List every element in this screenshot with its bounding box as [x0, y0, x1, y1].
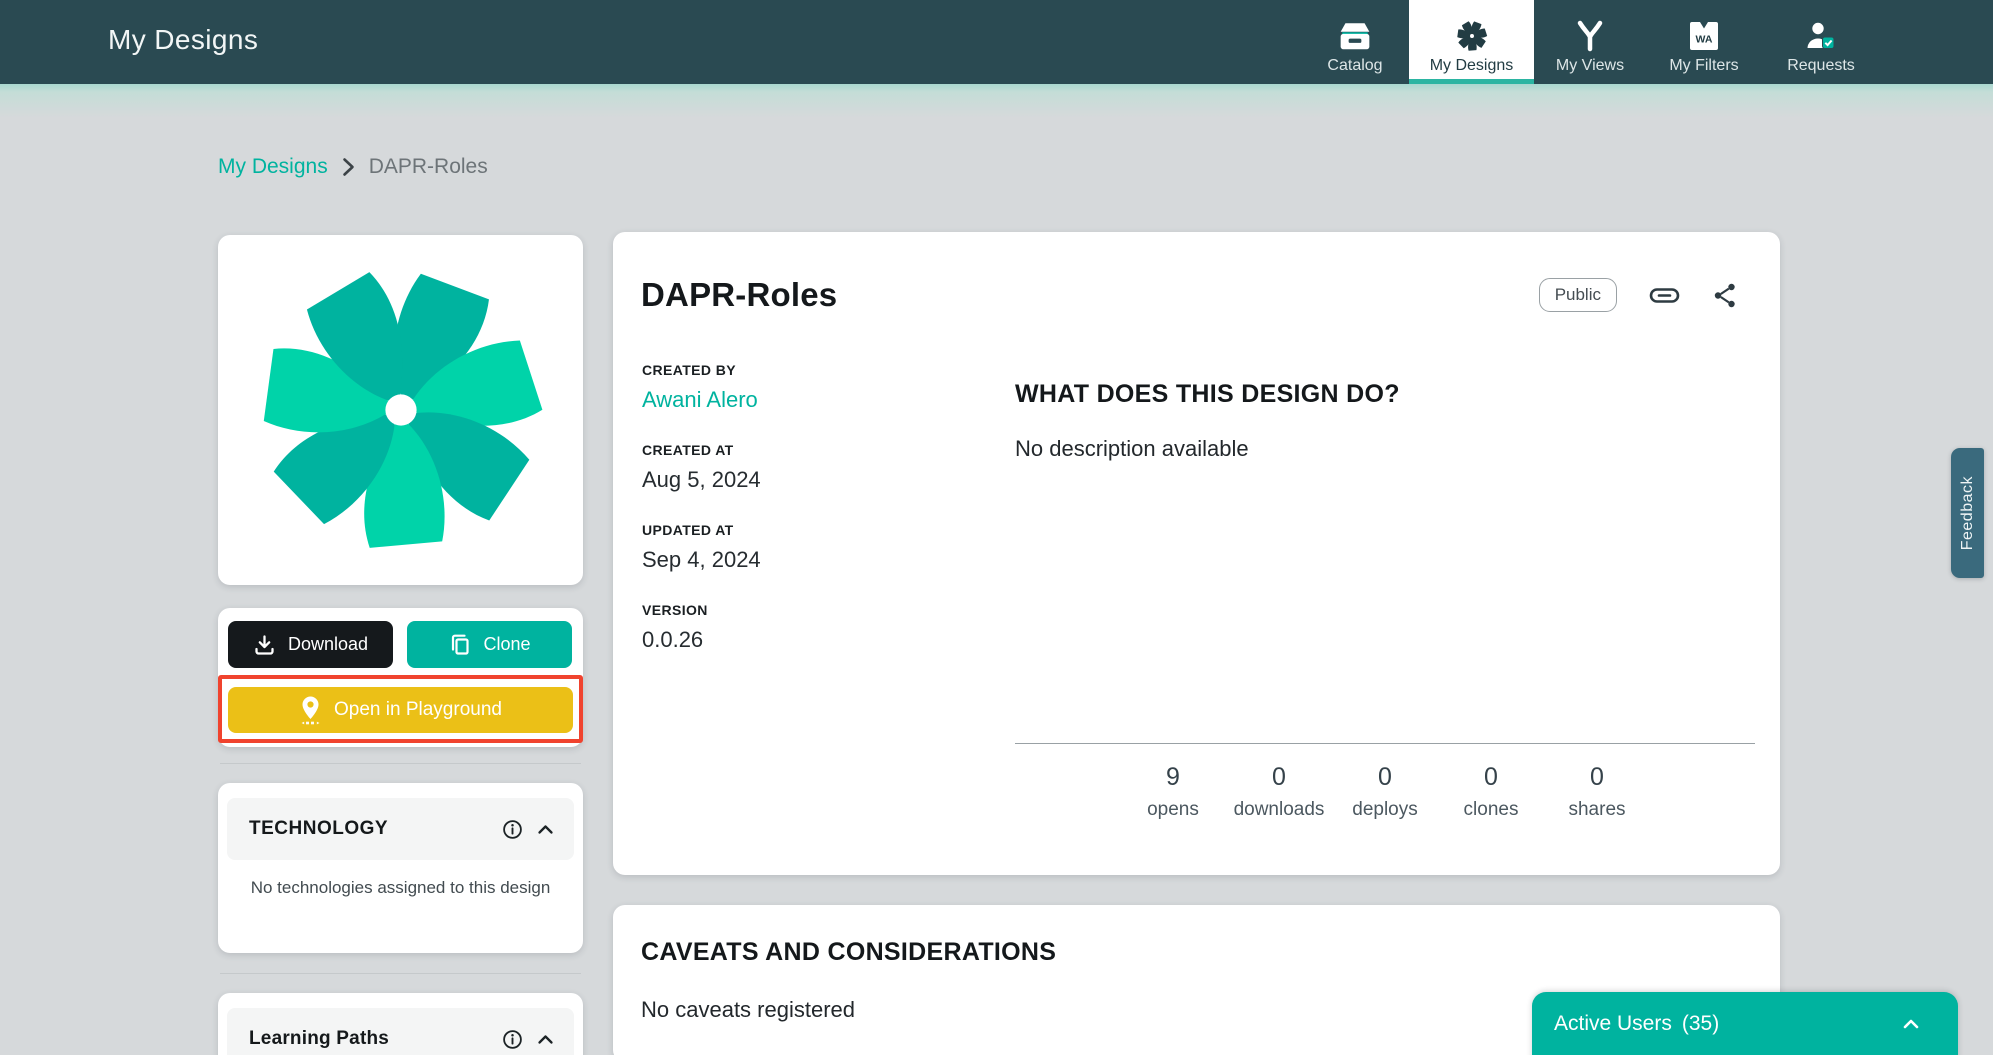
chevron-up-icon[interactable] [1902, 1018, 1920, 1030]
info-icon[interactable] [502, 819, 523, 840]
nav-item-my-designs[interactable]: My Designs [1409, 0, 1534, 84]
nav-item-my-views[interactable]: My Views [1534, 0, 1646, 84]
app-root: My Designs Catalog [0, 0, 1993, 1055]
stat-value: 0 [1549, 763, 1645, 792]
stat-label: shares [1549, 799, 1645, 821]
header-glow [0, 84, 1993, 118]
learning-paths-title: Learning Paths [249, 1028, 389, 1050]
field-version: VERSION 0.0.26 [642, 602, 992, 653]
chevron-up-icon[interactable] [537, 1034, 554, 1045]
active-users-count: (35) [1682, 1012, 1719, 1036]
feedback-label: Feedback [1959, 476, 1977, 550]
design-title-row: DAPR-Roles Public [641, 266, 1738, 324]
main-nav: Catalog [1301, 0, 1880, 84]
download-label: Download [288, 634, 368, 655]
stat-value: 0 [1443, 763, 1539, 792]
field-label: UPDATED AT [642, 522, 992, 538]
design-detail-card: DAPR-Roles Public [613, 232, 1780, 875]
nav-item-my-filters[interactable]: WA My Filters [1646, 0, 1762, 84]
chevron-up-icon[interactable] [537, 824, 554, 835]
nav-label: Catalog [1327, 57, 1382, 75]
sidebar-divider [220, 973, 581, 974]
field-created-at: CREATED AT Aug 5, 2024 [642, 442, 992, 493]
stat-deploys: 0 deploys [1337, 763, 1433, 821]
caveats-body: No caveats registered [641, 997, 855, 1023]
clone-button[interactable]: Clone [407, 621, 572, 668]
field-label: CREATED AT [642, 442, 992, 458]
technology-panel-header[interactable]: TECHNOLOGY [227, 798, 574, 860]
stat-value: 0 [1337, 763, 1433, 792]
page-title: My Designs [108, 24, 258, 56]
stat-label: downloads [1231, 799, 1327, 821]
download-icon [253, 634, 276, 656]
field-created-by: CREATED BY Awani Alero [642, 362, 992, 413]
nav-label: My Views [1556, 57, 1624, 75]
stat-label: deploys [1337, 799, 1433, 821]
technology-empty-text: No technologies assigned to this design [246, 875, 555, 901]
clone-icon [448, 633, 471, 656]
download-button[interactable]: Download [228, 621, 393, 668]
nav-item-catalog[interactable]: Catalog [1301, 0, 1409, 84]
field-value: 0.0.26 [642, 627, 992, 653]
stat-value: 9 [1125, 763, 1221, 792]
actions-row: Download Clone [228, 621, 572, 668]
chevron-right-icon [342, 157, 355, 177]
sidebar-divider [220, 763, 581, 764]
field-value: Sep 4, 2024 [642, 547, 992, 573]
breadcrumb-link-my-designs[interactable]: My Designs [218, 155, 328, 179]
design-logo-card [218, 235, 583, 585]
design-metadata: CREATED BY Awani Alero CREATED AT Aug 5,… [642, 362, 992, 682]
breadcrumb: My Designs DAPR-Roles [218, 155, 488, 179]
stat-clones: 0 clones [1443, 763, 1539, 821]
design-title: DAPR-Roles [641, 276, 837, 314]
learning-paths-panel-header[interactable]: Learning Paths [227, 1008, 574, 1055]
filters-badge-text: WA [1696, 34, 1713, 46]
share-icon[interactable] [1712, 282, 1738, 309]
feedback-tab[interactable]: Feedback [1951, 448, 1984, 578]
requests-icon [1804, 17, 1838, 55]
views-icon [1574, 17, 1606, 55]
nav-item-requests[interactable]: Requests [1762, 0, 1880, 84]
field-value: Aug 5, 2024 [642, 467, 992, 493]
design-actions-card: Download Clone [218, 608, 583, 747]
field-label: VERSION [642, 602, 992, 618]
field-label: CREATED BY [642, 362, 992, 378]
creator-link[interactable]: Awani Alero [642, 387, 992, 413]
technology-title: TECHNOLOGY [249, 818, 388, 840]
clone-label: Clone [483, 634, 530, 655]
catalog-icon [1338, 17, 1372, 55]
description-body: No description available [1015, 436, 1249, 462]
location-pin-icon [299, 695, 322, 725]
design-title-actions: Public [1539, 278, 1738, 312]
visibility-badge: Public [1539, 278, 1617, 312]
pinwheel-logo-icon [252, 261, 550, 559]
stat-opens: 9 opens [1125, 763, 1221, 821]
info-icon[interactable] [502, 1029, 523, 1050]
pinwheel-icon [1456, 17, 1488, 55]
technology-panel: TECHNOLOGY No technologies assigned to t… [218, 783, 583, 953]
nav-label: Requests [1787, 57, 1855, 75]
link-icon[interactable] [1649, 285, 1680, 306]
caveats-heading: CAVEATS AND CONSIDERATIONS [641, 938, 1056, 967]
top-navbar: My Designs Catalog [0, 0, 1993, 84]
stats-row: 9 opens 0 downloads 0 deploys 0 clones 0… [1015, 763, 1755, 821]
breadcrumb-current: DAPR-Roles [369, 155, 488, 179]
learning-paths-panel: Learning Paths [218, 993, 583, 1055]
active-users-bar[interactable]: Active Users (35) [1532, 992, 1958, 1055]
stat-label: clones [1443, 799, 1539, 821]
nav-label: My Designs [1430, 57, 1514, 75]
stat-shares: 0 shares [1549, 763, 1645, 821]
open-in-playground-button[interactable]: Open in Playground [228, 687, 573, 733]
playground-label: Open in Playground [334, 699, 502, 721]
field-updated-at: UPDATED AT Sep 4, 2024 [642, 522, 992, 573]
active-users-label: Active Users [1554, 1012, 1672, 1036]
nav-label: My Filters [1669, 57, 1738, 75]
description-heading: WHAT DOES THIS DESIGN DO? [1015, 380, 1400, 409]
stats-divider [1015, 743, 1755, 744]
stat-value: 0 [1231, 763, 1327, 792]
filters-icon: WA [1688, 17, 1720, 55]
stat-downloads: 0 downloads [1231, 763, 1327, 821]
stat-label: opens [1125, 799, 1221, 821]
